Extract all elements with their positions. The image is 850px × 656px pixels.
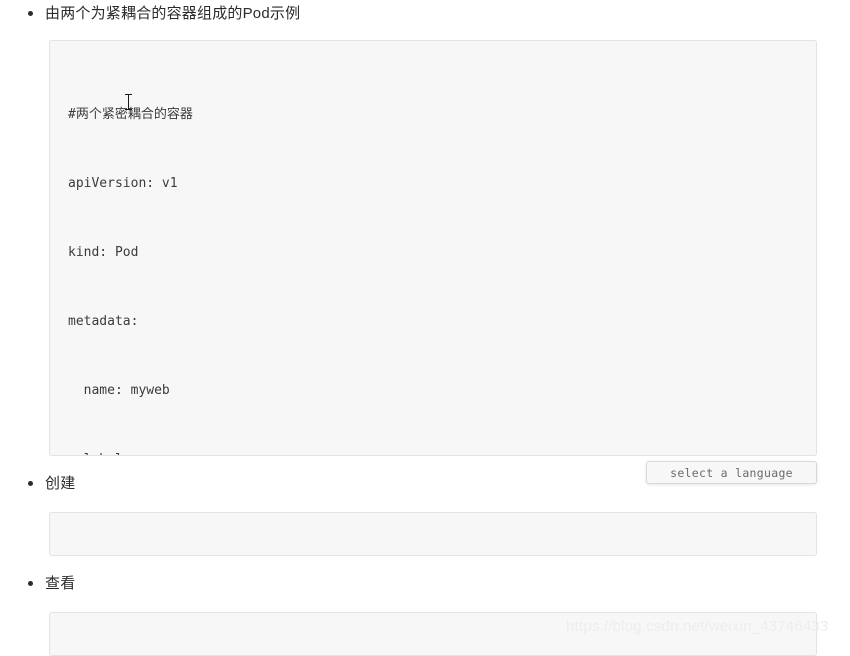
bullet-label-view: 查看 xyxy=(45,575,76,592)
code-content-create-command: kubectl create -f xxx.yaml xyxy=(50,513,816,555)
select-language-dropdown[interactable]: select a language xyxy=(646,461,817,484)
bullet-item-pod-example: 由两个为紧耦合的容器组成的Pod示例 xyxy=(28,4,300,24)
bullet-point-icon xyxy=(28,581,33,586)
bullet-item-create: 创建 xyxy=(28,474,75,494)
bullet-label-create: 创建 xyxy=(45,475,76,492)
code-content-view-command: kubectl get pod/po <Pod name> xyxy=(50,613,816,655)
code-block-create-command[interactable]: kubectl create -f xxx.yaml xyxy=(49,512,817,556)
code-line: #两个紧密耦合的容器 xyxy=(68,107,193,122)
bullet-item-view: 查看 xyxy=(28,574,75,594)
code-line: metadata: xyxy=(68,314,139,329)
article-page: 由两个为紧耦合的容器组成的Pod示例 #两个紧密耦合的容器 apiVersion… xyxy=(0,0,850,656)
code-line: kind: Pod xyxy=(68,245,139,260)
code-line: apiVersion: v1 xyxy=(68,176,178,191)
bullet-label-pod-example: 由两个为紧耦合的容器组成的Pod示例 xyxy=(45,5,301,22)
code-content-pod-yaml: #两个紧密耦合的容器 apiVersion: v1 kind: Pod meta… xyxy=(50,41,816,455)
code-block-view-command[interactable]: kubectl get pod/po <Pod name> xyxy=(49,612,817,656)
code-line: labels: xyxy=(68,448,798,455)
code-line: name: myweb xyxy=(68,383,170,398)
bullet-point-icon xyxy=(28,481,33,486)
bullet-point-icon xyxy=(28,11,33,16)
code-block-pod-yaml[interactable]: #两个紧密耦合的容器 apiVersion: v1 kind: Pod meta… xyxy=(49,40,817,456)
